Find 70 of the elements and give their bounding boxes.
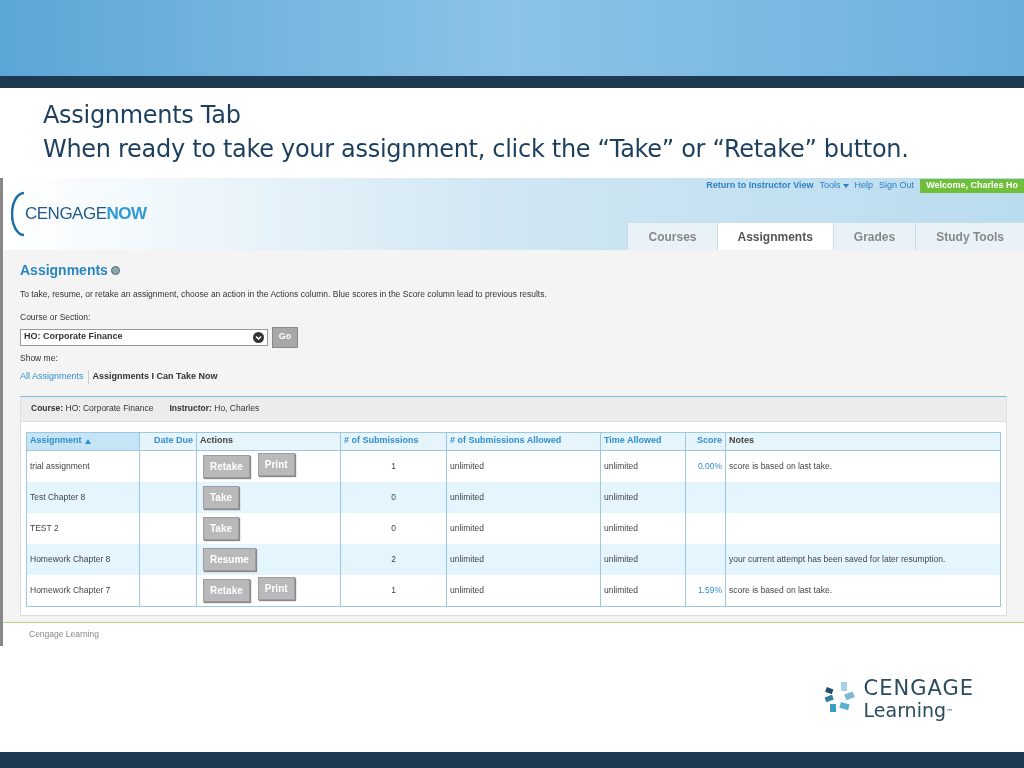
course-select[interactable]: HO: Corporate Finance [20, 328, 268, 346]
top-link[interactable]: Sign Out [879, 179, 915, 193]
table-cell: score is based on last take. [729, 459, 832, 473]
top-link[interactable]: Tools [819, 179, 849, 193]
course-info: Course: HO: Corporate Finance [31, 401, 154, 415]
table-cell: unlimited [604, 521, 639, 535]
action-button[interactable]: Take [203, 516, 240, 540]
field-label: Course or Section: [20, 310, 92, 324]
filter-link[interactable]: All Assignments [20, 370, 84, 384]
column-header[interactable]: Score [686, 432, 726, 450]
score-link[interactable]: 0.00% [697, 459, 722, 473]
column-header: Notes [728, 434, 755, 448]
score-link[interactable]: 1.59% [697, 583, 722, 597]
nav-tab[interactable]: Study Tools [915, 222, 1024, 250]
caret-icon [842, 184, 849, 188]
table-cell: your current attempt has been saved for later resumption. [729, 552, 946, 566]
slide-title: When ready to take your assignment, click the “Take” or “Retake” button. [43, 134, 910, 165]
table-cell: unlimited [450, 552, 485, 566]
table-cell: unlimited [604, 459, 639, 473]
table-cell: unlimited [450, 490, 485, 504]
logo-swoosh-icon [11, 190, 25, 238]
table-cell: unlimited [450, 521, 485, 535]
table-cell: unlimited [604, 490, 639, 504]
table-cell: unlimited [450, 583, 485, 597]
table-cell: Test Chapter 8 [30, 490, 86, 504]
nav-tab[interactable]: Courses [627, 222, 717, 250]
help-icon[interactable] [110, 266, 120, 275]
column-header[interactable]: Time Allowed [601, 432, 686, 450]
dropdown-icon [253, 331, 264, 343]
field-label: Show me: [20, 351, 59, 365]
filter-link[interactable]: Assignments I Can Take Now [87, 370, 218, 384]
action-button[interactable]: Print [257, 576, 295, 600]
table-cell: trial assignment [30, 459, 90, 473]
slide-title: Assignments Tab [43, 100, 242, 131]
footer-text: Cengage Learning [29, 628, 99, 641]
action-button[interactable]: Resume [203, 547, 256, 571]
column-header[interactable]: # of Submissions [341, 432, 447, 450]
action-button[interactable]: Print [257, 452, 295, 476]
column-header[interactable]: Date Due [140, 432, 197, 450]
brand-sub: Learning$^{™}$ [863, 699, 955, 721]
table-cell: score is based on last take. [729, 583, 832, 597]
sort-icon [84, 438, 91, 444]
intro-text: To take, resume, or retake an assignment, choose an action in the Actions column. Blue scores in the Score column lead to previous results. [20, 288, 548, 301]
page-heading: Assignments [20, 261, 108, 280]
table-cell: Homework Chapter 8 [30, 552, 111, 566]
table-cell: TEST 2 [30, 521, 59, 535]
column-header: Actions [197, 432, 341, 450]
course-info: Instructor: Ho, Charles [169, 401, 260, 415]
table-cell: 0 [391, 521, 396, 535]
table-cell: unlimited [604, 552, 639, 566]
table-cell: 1 [391, 459, 396, 473]
top-link[interactable]: Return to Instructor View [706, 179, 814, 193]
go-button[interactable]: Go [272, 326, 298, 348]
nav-tab[interactable]: Assignments [716, 222, 833, 250]
table-cell: unlimited [604, 583, 639, 597]
column-header[interactable]: # of Submissions Allowed [447, 432, 601, 450]
action-button[interactable]: Take [203, 485, 240, 509]
action-button[interactable]: Retake [203, 454, 250, 478]
brand-name: CENGAGE [863, 677, 974, 699]
nav-tab[interactable]: Grades [832, 222, 916, 250]
welcome-badge: Welcome, Charles Ho [920, 179, 1024, 193]
table-cell: 0 [391, 490, 396, 504]
column-header[interactable]: Assignment [27, 432, 140, 450]
table-cell: 1 [391, 583, 396, 597]
table-cell: unlimited [450, 459, 485, 473]
table-cell: Homework Chapter 7 [30, 583, 111, 597]
action-button[interactable]: Retake [203, 578, 250, 602]
table-cell: 2 [391, 552, 396, 566]
app-logo: CENGAGENOW [25, 204, 147, 224]
top-link[interactable]: Help [854, 179, 874, 193]
